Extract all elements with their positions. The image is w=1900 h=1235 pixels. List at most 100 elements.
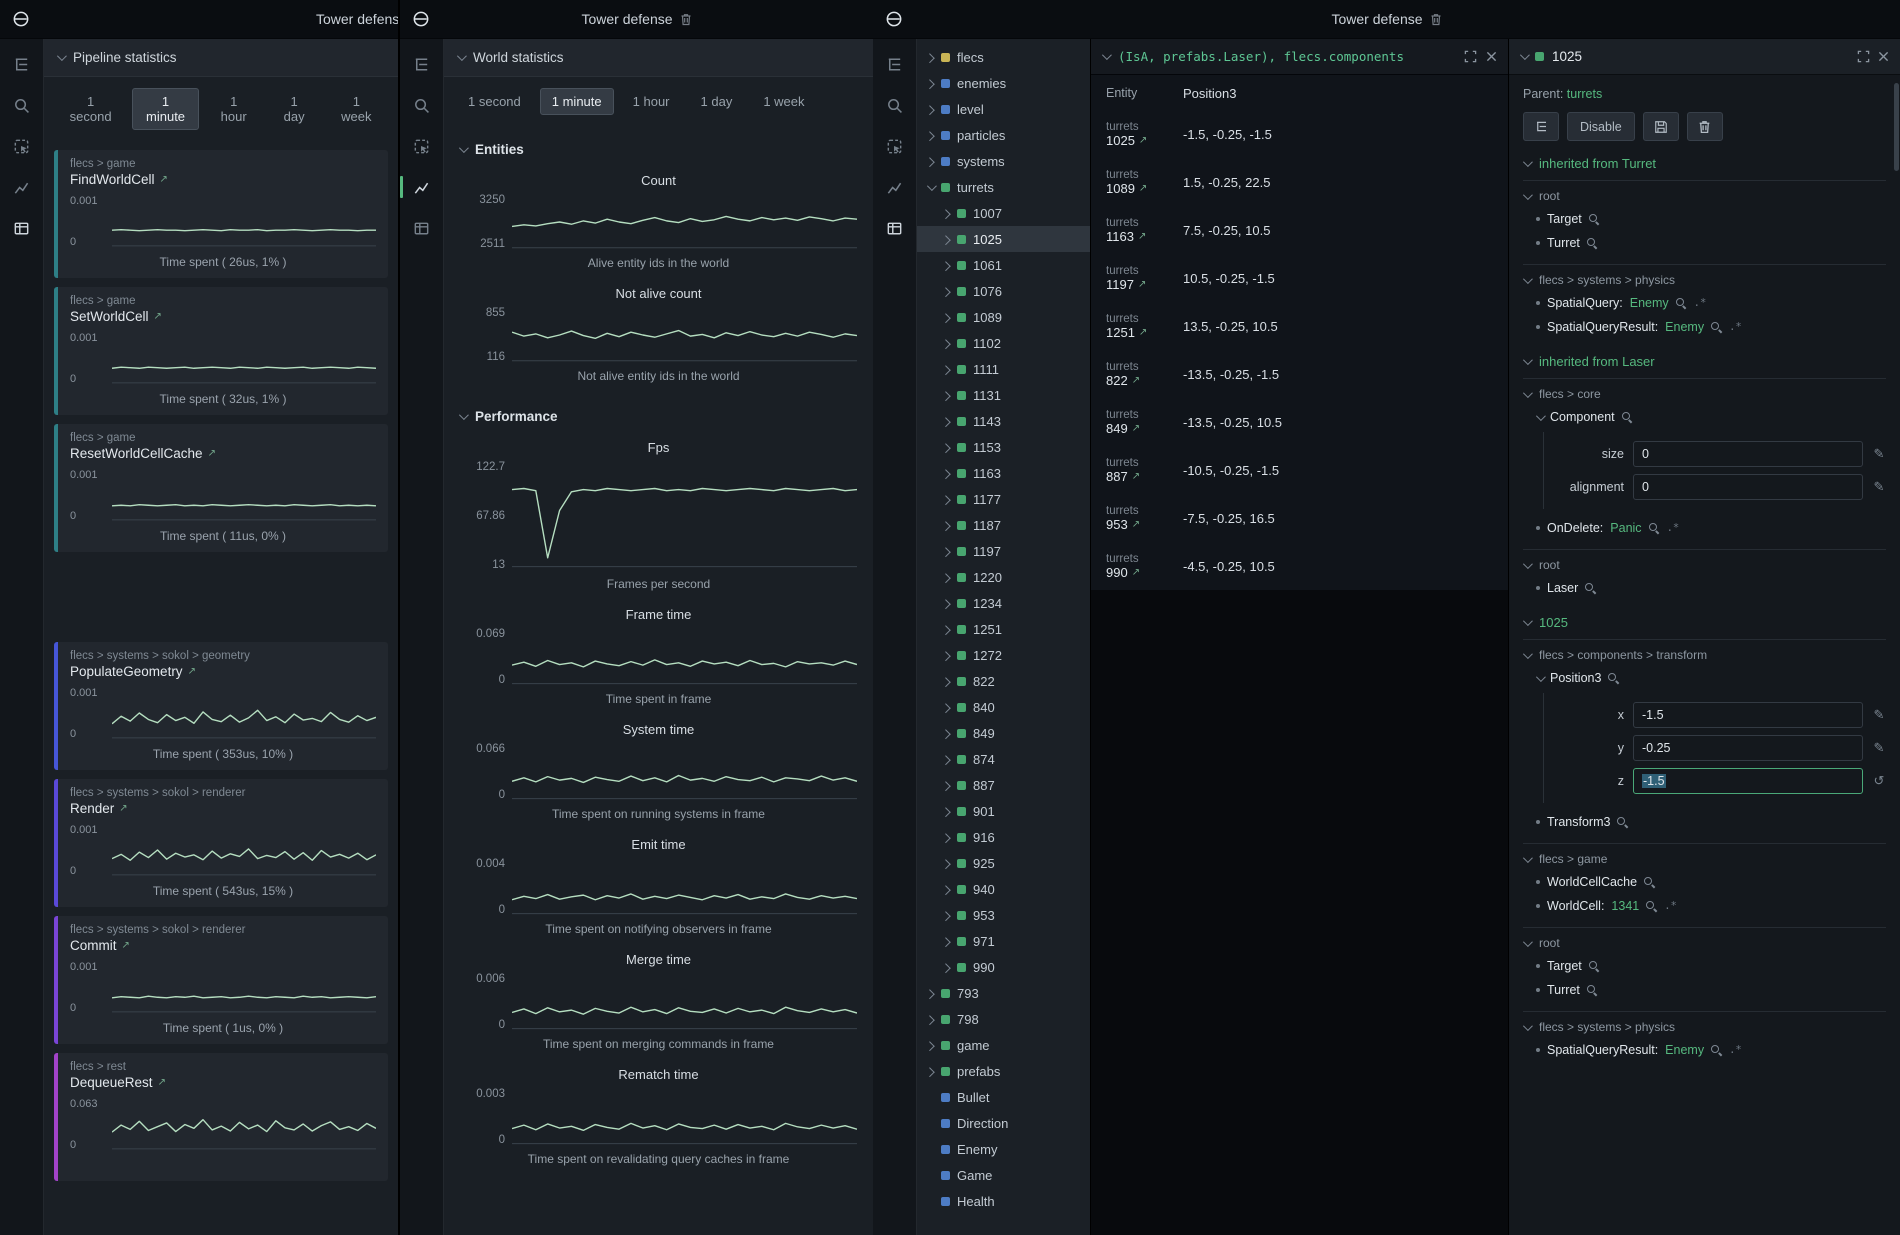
chevron-right-icon[interactable] bbox=[941, 677, 951, 687]
pencil-icon[interactable]: ✎ bbox=[1872, 479, 1886, 495]
stat-name[interactable]: DequeueRest↗ bbox=[70, 1075, 376, 1090]
chevron-down-icon[interactable] bbox=[1536, 672, 1546, 682]
tree-item[interactable]: 916 bbox=[917, 824, 1090, 850]
chevron-right-icon[interactable] bbox=[941, 729, 951, 739]
tree-item[interactable]: 953 bbox=[917, 902, 1090, 928]
chevron-right-icon[interactable] bbox=[941, 911, 951, 921]
chevron-right-icon[interactable] bbox=[941, 261, 951, 271]
stat-name[interactable]: FindWorldCell↗ bbox=[70, 172, 376, 187]
query-result-row[interactable]: turrets822↗-13.5, -0.25, -1.5 bbox=[1091, 350, 1508, 398]
search-icon[interactable] bbox=[1676, 298, 1687, 309]
pencil-icon[interactable]: ✎ bbox=[1872, 707, 1886, 723]
search-icon[interactable] bbox=[1711, 1045, 1722, 1056]
column-entity[interactable]: Entity bbox=[1091, 86, 1183, 101]
chevron-right-icon[interactable] bbox=[925, 1041, 935, 1051]
time-range-button[interactable]: 1 week bbox=[327, 88, 386, 130]
query-result-row[interactable]: turrets1251↗13.5, -0.25, 10.5 bbox=[1091, 302, 1508, 350]
chevron-right-icon[interactable] bbox=[941, 755, 951, 765]
select-icon[interactable] bbox=[882, 133, 908, 159]
parent-link[interactable]: turrets bbox=[1567, 87, 1602, 101]
select-icon[interactable] bbox=[409, 133, 435, 159]
tree-item[interactable]: 1102 bbox=[917, 330, 1090, 356]
search-icon[interactable] bbox=[409, 92, 435, 118]
tree-item[interactable]: 1143 bbox=[917, 408, 1090, 434]
query-result-row[interactable]: turrets1163↗7.5, -0.25, 10.5 bbox=[1091, 206, 1508, 254]
chevron-right-icon[interactable] bbox=[941, 417, 951, 427]
tree-item[interactable]: 1111 bbox=[917, 356, 1090, 382]
save-button[interactable] bbox=[1643, 112, 1679, 141]
external-link-icon[interactable]: ↗ bbox=[1139, 183, 1147, 194]
query-result-row[interactable]: turrets887↗-10.5, -0.25, -1.5 bbox=[1091, 446, 1508, 494]
external-link-icon[interactable]: ↗ bbox=[160, 174, 168, 185]
tree-item[interactable]: 1025 bbox=[917, 226, 1090, 252]
close-icon[interactable] bbox=[1486, 51, 1497, 62]
chevron-down-icon[interactable] bbox=[927, 181, 937, 191]
tree-item[interactable]: 1187 bbox=[917, 512, 1090, 538]
section-inherited-laser[interactable]: inherited from Laser bbox=[1523, 354, 1886, 369]
search-icon[interactable] bbox=[1646, 901, 1657, 912]
z-input[interactable]: -1.5 bbox=[1633, 768, 1863, 794]
search-icon[interactable] bbox=[1711, 322, 1722, 333]
query-result-row[interactable]: turrets1089↗1.5, -0.25, 22.5 bbox=[1091, 158, 1508, 206]
tree-item[interactable]: 1177 bbox=[917, 486, 1090, 512]
stat-name[interactable]: Render↗ bbox=[70, 801, 376, 816]
tree-item[interactable]: 1272 bbox=[917, 642, 1090, 668]
stat-name[interactable]: PopulateGeometry↗ bbox=[70, 664, 376, 679]
tree-item[interactable]: 1131 bbox=[917, 382, 1090, 408]
tree-item[interactable]: Game bbox=[917, 1162, 1090, 1188]
external-link-icon[interactable]: ↗ bbox=[1139, 327, 1147, 338]
size-input[interactable]: 0 bbox=[1633, 441, 1863, 467]
chevron-right-icon[interactable] bbox=[941, 573, 951, 583]
tree-item[interactable]: 793 bbox=[917, 980, 1090, 1006]
search-icon[interactable] bbox=[1585, 583, 1596, 594]
scrollbar-thumb[interactable] bbox=[1894, 83, 1899, 171]
external-link-icon[interactable]: ↗ bbox=[188, 666, 196, 677]
time-range-button[interactable]: 1 minute bbox=[540, 88, 614, 115]
delete-button[interactable] bbox=[1687, 112, 1723, 141]
world-panel-header[interactable]: World statistics bbox=[444, 39, 873, 77]
pencil-icon[interactable]: ✎ bbox=[1872, 446, 1886, 462]
x-input[interactable]: -1.5 bbox=[1633, 702, 1863, 728]
chevron-down-icon[interactable] bbox=[1536, 411, 1546, 421]
external-link-icon[interactable]: ↗ bbox=[1132, 423, 1140, 434]
query-input[interactable]: (IsA, prefabs.Laser), flecs.components bbox=[1118, 49, 1455, 64]
entity-link[interactable]: 1025↗ bbox=[1106, 133, 1183, 148]
tree-item[interactable]: 1089 bbox=[917, 304, 1090, 330]
tree-item[interactable]: 1153 bbox=[917, 434, 1090, 460]
chevron-right-icon[interactable] bbox=[925, 1067, 935, 1077]
time-range-button[interactable]: 1 day bbox=[268, 88, 319, 130]
grid-icon[interactable] bbox=[882, 215, 908, 241]
tree-icon[interactable] bbox=[9, 51, 35, 77]
tree-item[interactable]: 849 bbox=[917, 720, 1090, 746]
chevron-right-icon[interactable] bbox=[941, 937, 951, 947]
tree-item[interactable]: Direction bbox=[917, 1110, 1090, 1136]
tree-item[interactable]: 887 bbox=[917, 772, 1090, 798]
chevron-right-icon[interactable] bbox=[941, 287, 951, 297]
tree-item[interactable]: Bullet bbox=[917, 1084, 1090, 1110]
chevron-right-icon[interactable] bbox=[925, 157, 935, 167]
entity-link[interactable]: 1089↗ bbox=[1106, 181, 1183, 196]
chevron-right-icon[interactable] bbox=[941, 963, 951, 973]
chevron-right-icon[interactable] bbox=[925, 79, 935, 89]
disable-button[interactable]: Disable bbox=[1567, 112, 1635, 141]
chevron-right-icon[interactable] bbox=[941, 599, 951, 609]
entity-link[interactable]: 1197↗ bbox=[1106, 277, 1183, 292]
chevron-right-icon[interactable] bbox=[925, 1015, 935, 1025]
select-icon[interactable] bbox=[9, 133, 35, 159]
search-icon[interactable] bbox=[1608, 673, 1619, 684]
tree-item[interactable]: 1061 bbox=[917, 252, 1090, 278]
search-icon[interactable] bbox=[1649, 523, 1660, 534]
trash-icon[interactable] bbox=[1430, 13, 1442, 26]
chevron-right-icon[interactable] bbox=[925, 53, 935, 63]
chevron-right-icon[interactable] bbox=[941, 235, 951, 245]
section-header[interactable]: Performance bbox=[444, 393, 873, 434]
search-icon[interactable] bbox=[1622, 412, 1633, 423]
search-icon[interactable] bbox=[1617, 817, 1628, 828]
external-link-icon[interactable]: ↗ bbox=[119, 803, 127, 814]
external-link-icon[interactable]: ↗ bbox=[154, 311, 162, 322]
chevron-down-icon[interactable] bbox=[459, 410, 469, 420]
tree-icon[interactable] bbox=[409, 51, 435, 77]
search-icon[interactable] bbox=[882, 92, 908, 118]
pencil-icon[interactable]: ✎ bbox=[1872, 740, 1886, 756]
chevron-right-icon[interactable] bbox=[941, 469, 951, 479]
